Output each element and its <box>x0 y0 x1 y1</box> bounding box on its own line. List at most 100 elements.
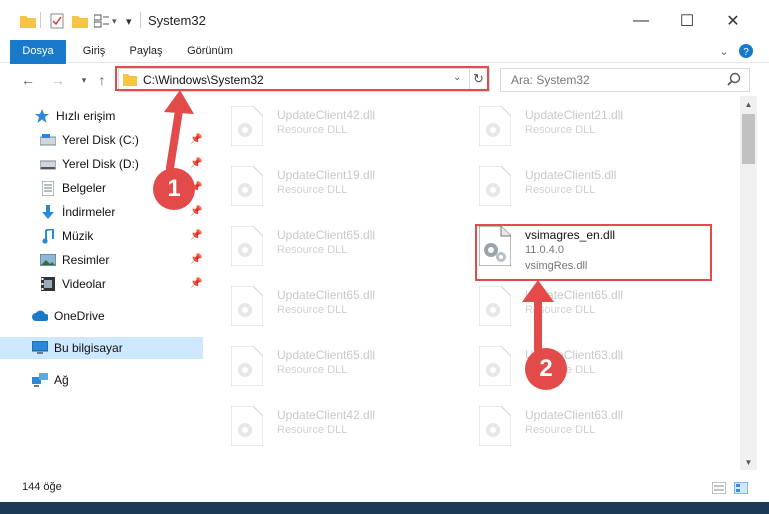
dll-file-icon <box>231 226 263 266</box>
file-item[interactable]: UpdateClient42.dll Resource DLL <box>205 100 445 156</box>
star-icon <box>34 108 50 124</box>
file-list: UpdateClient42.dll Resource DLL UpdateCl… <box>205 100 740 470</box>
view-icon[interactable] <box>94 12 110 30</box>
file-item[interactable]: UpdateClient19.dll Resource DLL <box>205 160 445 216</box>
recent-locations-icon[interactable]: ▾ <box>74 70 94 90</box>
file-name: UpdateClient5.dll <box>525 168 617 182</box>
new-folder-icon[interactable] <box>72 12 88 30</box>
sidebar-item-label: Hızlı erişim <box>56 109 116 123</box>
up-icon[interactable]: ↑ <box>92 70 112 90</box>
forward-icon[interactable]: → <box>48 70 68 90</box>
file-name: UpdateClient42.dll <box>277 408 376 422</box>
file-item[interactable]: UpdateClient21.dll Resource DLL <box>453 100 693 156</box>
properties-icon[interactable] <box>50 12 64 30</box>
scroll-thumb[interactable] <box>742 114 755 164</box>
computer-icon <box>32 340 48 356</box>
close-button[interactable]: ✕ <box>718 8 748 34</box>
file-item[interactable]: UpdateClient65.dll Resource DLL <box>205 280 445 336</box>
tiles-view-icon[interactable] <box>733 481 749 497</box>
file-item[interactable]: UpdateClient5.dll Resource DLL <box>453 160 693 216</box>
file-description: Resource DLL <box>277 244 348 256</box>
search-box[interactable]: Ara: System32 <box>500 68 750 92</box>
pin-icon[interactable]: 📌 <box>190 158 202 169</box>
address-path: C:\Windows\System32 <box>143 73 264 87</box>
file-highlight <box>475 224 712 281</box>
maximize-button[interactable]: ☐ <box>672 8 702 34</box>
file-name: UpdateClient65.dll <box>277 228 376 242</box>
drive-icon <box>40 156 56 172</box>
dll-file-icon <box>231 106 263 146</box>
sidebar-item-label: Ağ <box>54 373 69 387</box>
folder-icon <box>20 12 36 30</box>
pin-icon[interactable]: 📌 <box>190 230 202 241</box>
download-icon <box>40 204 56 220</box>
pin-icon[interactable]: 📌 <box>190 278 202 289</box>
sidebar-item-label: Yerel Disk (C:) <box>62 133 139 147</box>
dll-file-icon <box>479 286 511 326</box>
file-description: Resource DLL <box>277 184 348 196</box>
dll-file-icon <box>479 346 511 386</box>
qa-dropdown-icon[interactable]: ▾ <box>112 12 117 30</box>
dll-file-icon <box>231 286 263 326</box>
file-item[interactable]: UpdateClient63.dll Resource DLL <box>453 340 693 396</box>
file-item[interactable]: UpdateClient42.dll Resource DLL <box>205 400 445 456</box>
customize-qa-icon[interactable]: ▾ <box>126 12 132 30</box>
details-view-icon[interactable] <box>711 481 727 497</box>
file-name: UpdateClient42.dll <box>277 108 376 122</box>
back-icon[interactable]: ← <box>18 70 38 90</box>
navigation-pane: Hızlı erişim Yerel Disk (C:) 📌 Yerel Dis… <box>0 100 205 470</box>
sidebar-item-this-pc[interactable]: Bu bilgisayar <box>0 337 203 359</box>
file-item[interactable]: UpdateClient63.dll Resource DLL <box>453 400 693 456</box>
title-bar: ▾ ▾ System32 — ☐ ✕ <box>0 0 769 40</box>
navigation-bar: ← → ▾ ↑ C:\Windows\System32 ⌄ ↻ Ara: Sys… <box>0 64 769 96</box>
file-description: Resource DLL <box>277 124 348 136</box>
file-name: UpdateClient65.dll <box>277 348 376 362</box>
tab-home[interactable]: Giriş <box>74 40 114 62</box>
step-2-badge: 2 <box>525 348 567 390</box>
sidebar-item-label: OneDrive <box>54 309 105 323</box>
tab-view[interactable]: Görünüm <box>180 40 240 62</box>
file-item[interactable]: UpdateClient65.dll Resource DLL <box>453 280 693 336</box>
dll-file-icon <box>479 106 511 146</box>
address-dropdown-icon[interactable]: ⌄ <box>453 72 461 83</box>
tab-share[interactable]: Paylaş <box>124 40 168 62</box>
item-count: 144 öğe <box>22 481 62 493</box>
file-name: UpdateClient65.dll <box>525 288 624 302</box>
ribbon: Dosya Giriş Paylaş Görünüm ⌄ ? <box>0 40 769 96</box>
pin-icon[interactable]: 📌 <box>190 134 202 145</box>
pin-icon[interactable]: 📌 <box>190 206 202 217</box>
sidebar-item-disk-c[interactable]: Yerel Disk (C:) 📌 <box>0 129 203 151</box>
file-description: Resource DLL <box>525 184 596 196</box>
sidebar-item-label: Belgeler <box>62 181 107 195</box>
address-bar[interactable]: C:\Windows\System32 ⌄ ↻ <box>118 68 490 92</box>
search-placeholder: Ara: System32 <box>511 73 590 87</box>
refresh-icon[interactable]: ↻ <box>473 71 484 87</box>
minimize-button[interactable]: — <box>626 8 656 34</box>
pin-icon[interactable]: 📌 <box>190 254 202 265</box>
taskbar-strip <box>0 502 769 514</box>
sidebar-item-onedrive[interactable]: OneDrive <box>0 305 203 327</box>
file-description: Resource DLL <box>525 304 596 316</box>
sidebar-item-music[interactable]: Müzik 📌 <box>0 225 203 247</box>
file-item[interactable]: UpdateClient65.dll Resource DLL <box>205 340 445 396</box>
scroll-up-icon[interactable]: ▲ <box>740 96 757 112</box>
search-icon[interactable] <box>727 72 741 89</box>
videos-icon <box>40 276 56 292</box>
scroll-down-icon[interactable]: ▼ <box>740 454 757 470</box>
dll-file-icon <box>479 406 511 446</box>
dll-file-icon <box>231 406 263 446</box>
sidebar-item-label: Müzik <box>62 229 94 243</box>
file-item[interactable]: UpdateClient65.dll Resource DLL <box>205 220 445 276</box>
sidebar-item-quick-access[interactable]: Hızlı erişim <box>0 105 203 127</box>
dll-file-icon <box>231 166 263 206</box>
sidebar-item-network[interactable]: Ağ <box>0 369 203 391</box>
sidebar-item-videos[interactable]: Videolar 📌 <box>0 273 203 295</box>
folder-icon <box>123 72 137 89</box>
music-icon <box>40 228 56 244</box>
help-icon[interactable]: ? <box>738 43 754 59</box>
sidebar-item-pictures[interactable]: Resimler 📌 <box>0 249 203 271</box>
vertical-scrollbar[interactable]: ▲ ▼ <box>740 96 757 470</box>
expand-ribbon-icon[interactable]: ⌄ <box>716 43 732 59</box>
file-description: Resource DLL <box>525 124 596 136</box>
file-description: Resource DLL <box>525 424 596 436</box>
